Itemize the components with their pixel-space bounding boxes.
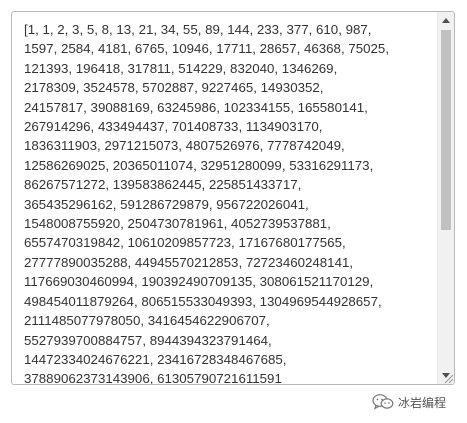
watermark-text: 冰岩编程: [398, 395, 447, 410]
wechat-bubble-icon: [372, 394, 394, 410]
textarea-line: 117669030460994, 190392490709135, 308061…: [24, 274, 374, 290]
textarea-line: 14472334024676221, 23416728348467685,: [24, 351, 287, 367]
textarea-line: 27777890035288, 44945570212853, 72723460…: [24, 254, 354, 270]
resize-grip-icon[interactable]: [442, 372, 454, 384]
textarea-line: [1, 1, 2, 3, 5, 8, 13, 21, 34, 55, 89, 1…: [24, 22, 372, 37]
textarea-line: 37889062373143906, 61305790721611591: [24, 371, 282, 384]
textarea-line: 267914296, 433494437, 701408733, 1134903…: [24, 119, 323, 135]
fibonacci-output-textarea[interactable]: [1, 1, 2, 3, 5, 8, 13, 21, 34, 55, 89, 1…: [11, 11, 455, 385]
textarea-line: 5527939700884757, 8944394323791464,: [24, 332, 272, 348]
textarea-line: 24157817, 39088169, 63245986, 102334155,…: [24, 99, 368, 115]
textarea-line: 2111485077978050, 3416454622906707,: [24, 313, 270, 329]
textarea-line: 1597, 2584, 4181, 6765, 10946, 17711, 28…: [24, 41, 390, 57]
textarea-line: 1548008755920, 2504730781961, 4052739537…: [24, 216, 331, 232]
textarea-line: 121393, 196418, 317811, 514229, 832040, …: [24, 60, 338, 76]
watermark: 冰岩编程: [372, 392, 446, 412]
textarea-line: 2178309, 3524578, 5702887, 9227465, 1493…: [24, 80, 324, 96]
textarea-line: 365435296162, 591286729879, 956722026041…: [24, 196, 309, 212]
textarea-content[interactable]: [1, 1, 2, 3, 5, 8, 13, 21, 34, 55, 89, 1…: [24, 20, 434, 384]
textarea-line: 498454011879264, 806515533049393, 130496…: [24, 293, 382, 309]
textarea-line: 1836311903, 2971215073, 4807526976, 7778…: [24, 138, 345, 154]
vertical-scrollbar[interactable]: [437, 12, 454, 384]
textarea-line: 12586269025, 20365011074, 32951280099, 5…: [24, 157, 374, 173]
scroll-thumb[interactable]: [441, 30, 451, 230]
scroll-up-arrow-icon[interactable]: [438, 12, 454, 29]
textarea-line: 6557470319842, 10610209857723, 171676801…: [24, 235, 346, 251]
textarea-line: 86267571272, 139583862445, 225851433717,: [24, 177, 302, 193]
